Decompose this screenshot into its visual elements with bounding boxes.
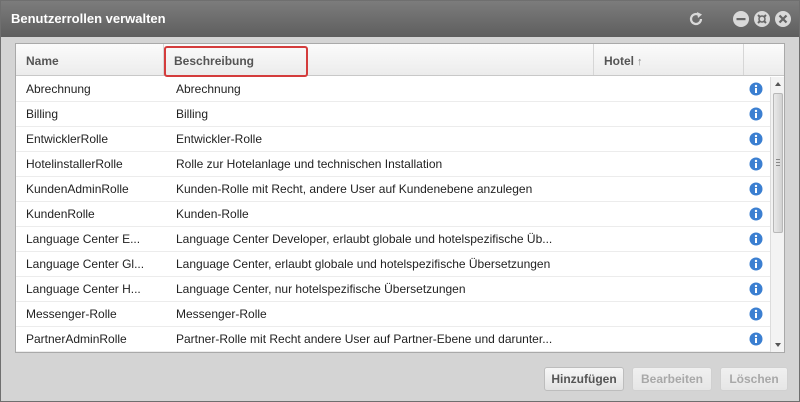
role-name-cell: Messenger-Rolle: [26, 307, 117, 321]
refresh-icon[interactable]: [687, 10, 705, 28]
column-header-description[interactable]: Beschreibung: [164, 44, 594, 75]
scroll-up-icon[interactable]: [771, 77, 785, 91]
scrollbar-thumb[interactable]: [773, 93, 783, 233]
table-row[interactable]: HotelinstallerRolle Rolle zur Hotelanlage…: [16, 152, 770, 177]
role-description-cell: Language Center, erlaubt globale und hot…: [176, 257, 551, 271]
info-icon[interactable]: [749, 332, 763, 346]
scroll-down-icon[interactable]: [771, 338, 785, 352]
add-button[interactable]: Hinzufügen: [544, 367, 624, 391]
column-header-hotel[interactable]: Hotel ↑: [594, 44, 744, 75]
table-row[interactable]: Billing Billing: [16, 102, 770, 127]
close-icon[interactable]: [774, 10, 792, 28]
role-description-cell: Billing: [176, 107, 209, 121]
title-bar[interactable]: Benutzerrollen verwalten: [1, 1, 799, 37]
role-description-cell: Entwickler-Rolle: [176, 132, 263, 146]
table-row[interactable]: Messenger-Rolle Messenger-Rolle: [16, 302, 770, 327]
column-header-hotel-label: Hotel: [604, 54, 634, 68]
table-row[interactable]: Abrechnung Abrechnung: [16, 77, 770, 102]
grid-rows: Abrechnung Abrechnung Billing Billing Entwic…: [16, 77, 770, 352]
table-row[interactable]: PartnerAdminRolle Partner-Rolle mit Recht…: [16, 327, 770, 352]
table-row[interactable]: Language Center E... Language Center Deve…: [16, 227, 770, 252]
info-icon[interactable]: [749, 257, 763, 271]
info-icon[interactable]: [749, 157, 763, 171]
manage-roles-window: Benutzerrollen verwalten Name Beschreibu…: [0, 0, 800, 402]
table-row[interactable]: KundenAdminRolle Kunden-Rolle mit Recht, …: [16, 177, 770, 202]
role-description-cell: Language Center Developer, erlaubt globa…: [176, 232, 553, 246]
table-row[interactable]: Language Center Gl... Language Center, er…: [16, 252, 770, 277]
role-name-cell: Language Center E...: [26, 232, 141, 246]
role-description-cell: Language Center, nur hotelspezifische Üb…: [176, 282, 466, 296]
minimize-icon[interactable]: [732, 10, 750, 28]
column-header-actions: [744, 44, 784, 75]
role-name-cell: Billing: [26, 107, 59, 121]
role-name-cell: Abrechnung: [26, 82, 91, 96]
vertical-scrollbar[interactable]: [770, 77, 784, 352]
info-icon[interactable]: [749, 107, 763, 121]
sort-ascending-icon: ↑: [637, 56, 643, 68]
info-icon[interactable]: [749, 132, 763, 146]
info-icon[interactable]: [749, 207, 763, 221]
table-row[interactable]: Language Center H... Language Center, nur…: [16, 277, 770, 302]
delete-button[interactable]: Löschen: [720, 367, 788, 391]
role-description-cell: Messenger-Rolle: [176, 307, 267, 321]
roles-grid: Name Beschreibung Hotel ↑ Abrechnung Abrec…: [15, 43, 785, 353]
info-icon[interactable]: [749, 307, 763, 321]
info-icon[interactable]: [749, 82, 763, 96]
role-description-cell: Abrechnung: [176, 82, 241, 96]
info-icon[interactable]: [749, 232, 763, 246]
role-name-cell: Language Center H...: [26, 282, 141, 296]
column-header-name-label: Name: [26, 54, 59, 68]
role-description-cell: Partner-Rolle mit Recht andere User auf …: [176, 332, 553, 346]
table-row[interactable]: EntwicklerRolle Entwickler-Rolle: [16, 127, 770, 152]
column-header-description-label: Beschreibung: [174, 54, 255, 68]
role-name-cell: HotelinstallerRolle: [26, 157, 123, 171]
role-name-cell: PartnerAdminRolle: [26, 332, 127, 346]
role-name-cell: KundenRolle: [26, 207, 95, 221]
grip-icon: [776, 159, 780, 166]
table-row[interactable]: KundenRolle Kunden-Rolle: [16, 202, 770, 227]
info-icon[interactable]: [749, 282, 763, 296]
column-header-name[interactable]: Name: [16, 44, 164, 75]
info-icon[interactable]: [749, 182, 763, 196]
role-name-cell: KundenAdminRolle: [26, 182, 129, 196]
role-name-cell: Language Center Gl...: [26, 257, 145, 271]
grid-header: Name Beschreibung Hotel ↑: [16, 44, 784, 76]
edit-button[interactable]: Bearbeiten: [632, 367, 712, 391]
maximize-icon[interactable]: [753, 10, 771, 28]
window-title: Benutzerrollen verwalten: [11, 11, 166, 26]
role-description-cell: Kunden-Rolle: [176, 207, 249, 221]
role-name-cell: EntwicklerRolle: [26, 132, 109, 146]
role-description-cell: Rolle zur Hotelanlage und technischen In…: [176, 157, 443, 171]
role-description-cell: Kunden-Rolle mit Recht, andere User auf …: [176, 182, 533, 196]
